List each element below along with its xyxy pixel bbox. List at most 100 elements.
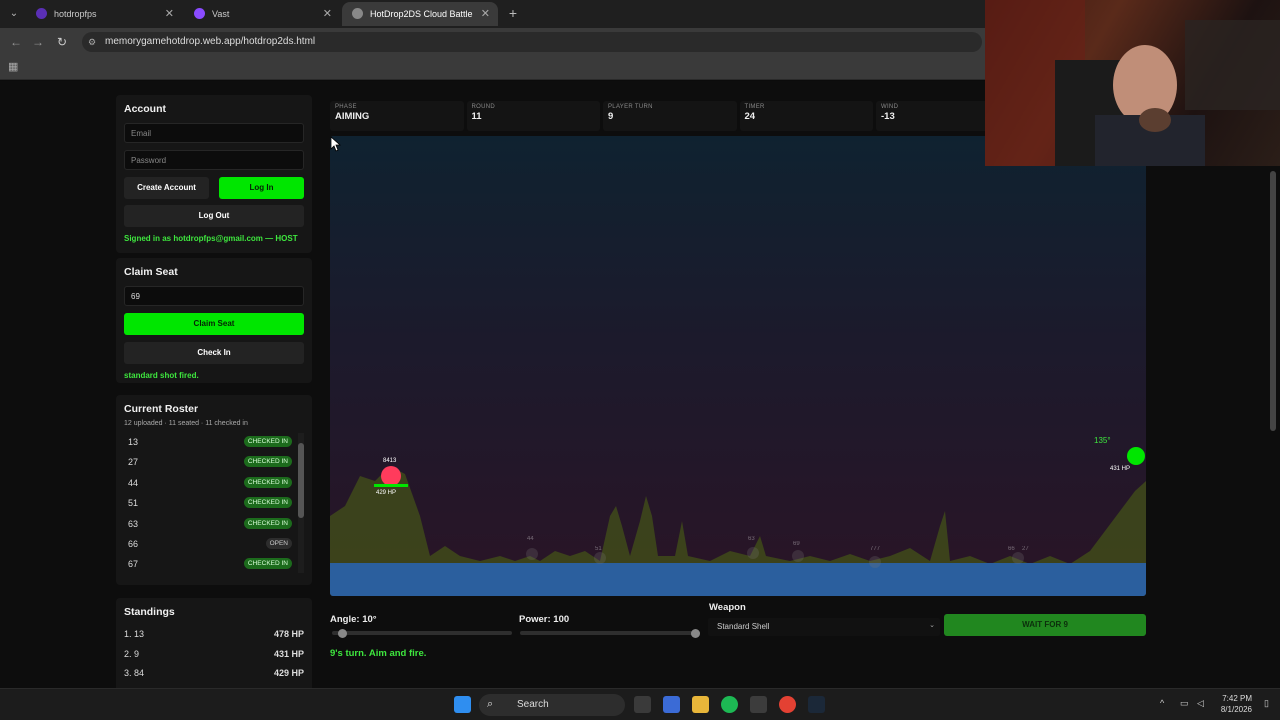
standing-row: 1. 13 478 HP: [124, 626, 304, 646]
angle-label: Angle: 10°: [330, 614, 377, 625]
tab-favicon-icon: [36, 8, 47, 19]
apps-grid-icon[interactable]: ▦: [8, 61, 20, 73]
stat-label: ROUND: [471, 104, 495, 110]
stat-timer: TIMER 24: [739, 101, 873, 131]
roster-seat: 63: [128, 518, 139, 529]
stat-round: ROUND 11: [466, 101, 600, 131]
game-page: Account Email Password Create Account Lo…: [0, 81, 1280, 688]
roster-panel: Current Roster 12 uploaded · 11 seated ·…: [116, 395, 312, 585]
close-tab-icon[interactable]: ✕: [481, 2, 490, 26]
stat-value: AIMING: [335, 111, 370, 122]
notepad-icon[interactable]: [663, 696, 680, 713]
network-icon[interactable]: ▭: [1180, 698, 1189, 709]
spotify-icon[interactable]: [721, 696, 738, 713]
list-item: 27 CHECKED IN: [124, 453, 304, 473]
logout-button[interactable]: Log Out: [124, 205, 304, 227]
login-button[interactable]: Log In: [219, 177, 304, 199]
hud-fx-icon[interactable]: [750, 696, 767, 713]
status-badge: OPEN: [265, 537, 292, 549]
file-explorer-icon[interactable]: [692, 696, 709, 713]
stat-player-turn: PLAYER TURN 9: [603, 101, 737, 131]
browser-tab-hotdropfps[interactable]: hotdropfps ✕: [26, 2, 182, 26]
tab-search-menu-icon[interactable]: ⌄: [6, 6, 22, 22]
stat-phase: PHASE AIMING: [330, 101, 464, 131]
clock[interactable]: 7:42 PM 8/1/2026: [1212, 693, 1252, 715]
taskbar-search[interactable]: ⌕ Search: [479, 694, 625, 716]
create-account-button[interactable]: Create Account: [124, 177, 209, 199]
left-tank-label: 8413: [383, 458, 397, 464]
claim-title: Claim Seat: [124, 266, 178, 278]
faded-tank-label: 66: [1008, 546, 1015, 552]
back-icon[interactable]: ←: [8, 34, 24, 50]
weapon-selected: Standard Shell: [717, 622, 770, 631]
chrome-icon[interactable]: [779, 696, 796, 713]
clock-time: 7:42 PM: [1222, 694, 1252, 703]
standing-hp: 429 HP: [273, 668, 304, 678]
forward-icon[interactable]: →: [30, 34, 46, 50]
taskbar: ⌕ Search ^ ▭ ◁ 7:42 PM 8/1/2026 ▯: [0, 688, 1280, 720]
new-tab-icon[interactable]: +: [505, 4, 521, 22]
task-view-icon[interactable]: [634, 696, 651, 713]
faded-tank: [869, 556, 881, 568]
url-input[interactable]: ⚙ memorygamehotdrop.web.app/hotdrop2ds.h…: [82, 32, 982, 52]
email-field[interactable]: Email: [124, 123, 304, 143]
roster-title: Current Roster: [124, 403, 199, 415]
close-tab-icon[interactable]: ✕: [323, 2, 332, 26]
tab-title: hotdropfps: [54, 9, 97, 19]
roster-scroll-thumb[interactable]: [298, 443, 304, 518]
left-tank-hp: 429 HP: [376, 490, 397, 496]
battlefield-canvas[interactable]: 8413 429 HP 135° 431 HP 44 51 63 69 777 …: [330, 136, 1146, 596]
faded-tank: [792, 550, 804, 562]
left-tank-hp-bar: [374, 484, 408, 487]
seat-number-field[interactable]: 69: [124, 286, 304, 306]
standings-title: Standings: [124, 606, 175, 618]
status-badge: CHECKED IN: [243, 456, 292, 468]
power-slider[interactable]: [520, 628, 700, 638]
signed-in-status: Signed in as hotdropfps@gmail.com — HOST: [124, 234, 298, 243]
faded-tank-label: 69: [793, 541, 800, 547]
windows-start-icon[interactable]: [454, 696, 471, 713]
roster-scrollbar[interactable]: [298, 433, 304, 573]
roster-list[interactable]: 13 CHECKED IN 27 CHECKED IN 44 CHECKED IN 5…: [124, 433, 304, 573]
faded-tank: [747, 547, 759, 559]
reload-icon[interactable]: ↻: [54, 34, 70, 50]
page-scrollbar[interactable]: [1270, 171, 1276, 431]
claim-seat-button[interactable]: Claim Seat: [124, 313, 304, 335]
status-badge: CHECKED IN: [243, 436, 292, 447]
close-tab-icon[interactable]: ✕: [165, 2, 174, 26]
stat-label: TIMER: [744, 104, 765, 110]
standing-hp: 431 HP: [273, 648, 304, 659]
volume-icon[interactable]: ◁: [1197, 698, 1204, 709]
standing-row: 3. 84 429 HP: [124, 665, 304, 685]
check-in-button[interactable]: Check In: [124, 342, 304, 364]
steam-icon[interactable]: [808, 696, 825, 713]
notification-icon[interactable]: ▯: [1264, 698, 1269, 709]
roster-seat: 27: [128, 457, 139, 468]
power-slider-knob[interactable]: [691, 628, 700, 638]
shot-status: standard shot fired.: [124, 371, 199, 380]
account-panel: Account Email Password Create Account Lo…: [116, 95, 312, 253]
weapon-select[interactable]: Standard Shell ⌄: [708, 618, 940, 636]
fire-button[interactable]: WAIT FOR 9: [944, 614, 1146, 636]
faded-tank-label: 44: [527, 536, 534, 542]
faded-tank: [594, 552, 606, 564]
chevron-up-icon[interactable]: ^: [1160, 698, 1164, 708]
mouse-cursor-icon: [330, 136, 342, 152]
password-field[interactable]: Password: [124, 150, 304, 170]
weapon-label: Weapon: [709, 602, 746, 613]
left-tank: [381, 466, 401, 486]
list-item: 51 CHECKED IN: [124, 494, 304, 514]
list-item: 63 CHECKED IN: [124, 515, 304, 535]
angle-slider[interactable]: [332, 628, 512, 638]
status-badge: CHECKED IN: [243, 558, 292, 570]
site-info-icon[interactable]: ⚙: [88, 36, 100, 48]
power-label: Power: 100: [519, 614, 570, 625]
tab-favicon-icon: [352, 8, 363, 19]
standing-name: 3. 84: [124, 668, 145, 678]
browser-tab-hotdrop2ds[interactable]: HotDrop2DS Cloud Battle ✕: [342, 2, 498, 26]
browser-tab-vast[interactable]: Vast ✕: [184, 2, 340, 26]
faded-tank-label: 777: [870, 546, 881, 552]
tab-title: Vast: [212, 9, 230, 19]
angle-slider-knob[interactable]: [337, 628, 347, 638]
standing-hp: 478 HP: [273, 629, 304, 639]
